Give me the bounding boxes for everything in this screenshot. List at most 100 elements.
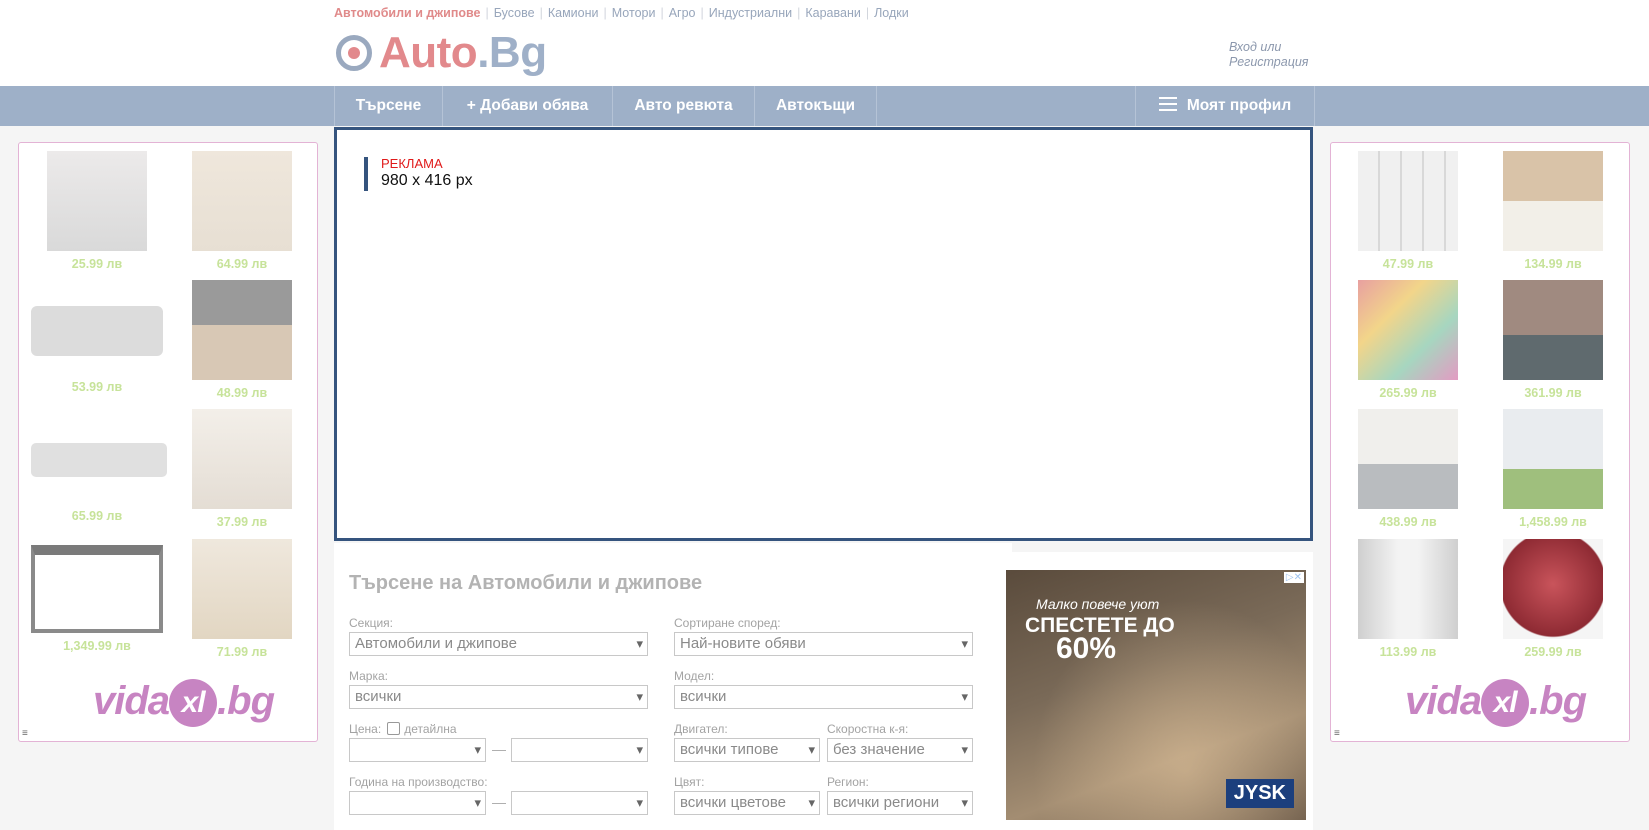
vidaxl-logo[interactable]: vida xl .bg — [93, 679, 275, 728]
vidaxl-logo-domain: .bg — [217, 679, 275, 723]
range-dash: — — [492, 794, 506, 810]
product-card[interactable]: 37.99 лв — [176, 409, 308, 529]
product-card[interactable]: 65.99 лв — [31, 409, 167, 523]
logo-text-auto: Auto — [379, 28, 478, 77]
adchoices-icon[interactable]: ▷✕ — [1283, 572, 1304, 583]
ad-tag: РЕКЛАМА 980 x 416 px — [364, 157, 473, 191]
product-image-pallet-sofa — [192, 280, 292, 380]
category-bar: Автомобили и джипове | Бусове | Камиони | Мото… — [334, 6, 909, 20]
ad-headline-small: Малко повече уют — [1036, 596, 1160, 612]
product-price: 25.99 лв — [71, 257, 123, 271]
product-price: 361.99 лв — [1524, 386, 1582, 400]
product-price: 259.99 лв — [1524, 645, 1582, 659]
ad-discount: 60% — [1056, 632, 1117, 665]
year-from-select[interactable] — [349, 791, 486, 815]
ad-size: 980 x 416 px — [381, 172, 473, 189]
product-image-gazebo — [31, 545, 163, 633]
product-image-bench — [192, 151, 292, 251]
color-select[interactable]: всички цветове — [674, 791, 820, 815]
brand-select[interactable]: всички — [349, 685, 648, 709]
category-cars[interactable]: Автомобили и джипове — [334, 6, 481, 20]
product-image-blind — [1358, 151, 1458, 251]
vidaxl-logo-badge: xl — [1481, 679, 1530, 728]
product-card[interactable]: 53.99 лв — [31, 280, 163, 394]
product-image-shelf — [192, 539, 292, 639]
product-card[interactable]: 265.99 лв — [1342, 280, 1474, 400]
product-price: 1,458.99 лв — [1519, 515, 1587, 529]
product-price: 265.99 лв — [1379, 386, 1437, 400]
product-price: 37.99 лв — [216, 515, 268, 529]
product-price: 71.99 лв — [216, 645, 268, 659]
year-to-select[interactable] — [511, 791, 648, 815]
gearbox-select[interactable]: без значение — [827, 738, 973, 762]
product-card[interactable]: 1,349.99 лв — [31, 539, 163, 653]
vidaxl-logo[interactable]: vida xl .bg — [1405, 679, 1587, 728]
product-card[interactable]: 71.99 лв — [176, 539, 308, 659]
separator: | — [603, 6, 607, 20]
section-select[interactable]: Автомобили и джипове — [349, 632, 648, 656]
engine-label: Двигател: — [674, 722, 728, 736]
engine-select[interactable]: всички типове — [674, 738, 820, 762]
product-image-dark-sofa — [1503, 280, 1603, 380]
detailed-price-label: детайлна — [404, 722, 457, 736]
product-card[interactable]: 438.99 лв — [1342, 409, 1474, 529]
product-card[interactable]: 47.99 лв — [1342, 151, 1474, 271]
ad-info-icon[interactable]: ≡ — [1334, 728, 1340, 739]
left-sidebar-ad: 25.99 лв 64.99 лв 53.99 лв 48.99 лв 65.9… — [18, 142, 318, 742]
nav-profile[interactable]: Моят профил — [1135, 86, 1315, 126]
site-logo[interactable]: Auto .Bg — [336, 28, 547, 78]
section-label: Секция: — [349, 616, 393, 630]
product-price: 1,349.99 лв — [63, 639, 131, 653]
ad-info-icon[interactable]: ≡ — [22, 728, 28, 739]
separator: | — [485, 6, 489, 20]
product-card[interactable]: 259.99 лв — [1487, 539, 1619, 659]
category-boats[interactable]: Лодки — [874, 6, 909, 20]
nav-add-listing[interactable]: + Добави обява — [442, 86, 612, 126]
separator: | — [865, 6, 870, 20]
category-trucks[interactable]: Камиони — [548, 6, 599, 20]
separator: | — [660, 6, 664, 20]
product-card[interactable]: 361.99 лв — [1487, 280, 1619, 400]
nav-search[interactable]: Търсене — [334, 86, 442, 126]
category-vans[interactable]: Бусове — [494, 6, 535, 20]
category-agro[interactable]: Агро — [669, 6, 696, 20]
product-price: 113.99 лв — [1379, 645, 1437, 659]
model-select[interactable]: всички — [674, 685, 973, 709]
product-price: 64.99 лв — [216, 257, 268, 271]
price-from-select[interactable] — [349, 738, 486, 762]
profile-label: Моят профил — [1186, 97, 1292, 114]
search-title: Търсене на Автомобили и джипове — [349, 572, 703, 594]
nav-dealers[interactable]: Автокъщи — [754, 86, 877, 126]
register-link[interactable]: Регистрация — [1229, 55, 1308, 70]
region-select[interactable]: всички региони — [827, 791, 973, 815]
product-card[interactable]: 1,458.99 лв — [1487, 409, 1619, 529]
product-card[interactable]: 113.99 лв — [1342, 539, 1474, 659]
product-price: 47.99 лв — [1382, 257, 1434, 271]
jysk-ad[interactable]: Малко повече уют СПЕСТЕТЕ ДО 60% JYSK ▷✕ — [1006, 570, 1306, 820]
product-image-ice-maker — [1503, 539, 1603, 639]
category-industrial[interactable]: Индустриални — [709, 6, 792, 20]
product-image-pergola — [1503, 409, 1603, 509]
category-caravans[interactable]: Каравани — [805, 6, 860, 20]
product-card[interactable]: 134.99 лв — [1487, 151, 1619, 271]
region-label: Регион: — [827, 775, 869, 789]
nav-reviews[interactable]: Авто ревюта — [612, 86, 754, 126]
product-price: 48.99 лв — [216, 386, 268, 400]
product-image-cushion — [31, 306, 163, 356]
vidaxl-logo-badge: xl — [169, 679, 218, 728]
vidaxl-logo-domain: .bg — [1529, 679, 1587, 723]
color-label: Цвят: — [674, 775, 705, 789]
product-card[interactable]: 48.99 лв — [176, 280, 308, 400]
product-card[interactable]: 25.99 лв — [31, 151, 163, 271]
brand-label: Марка: — [349, 669, 388, 683]
login-link[interactable]: Вход или — [1229, 40, 1308, 55]
price-to-select[interactable] — [511, 738, 648, 762]
sort-label: Сортиране според: — [674, 616, 781, 630]
sort-select[interactable]: Най-новите обяви — [674, 632, 973, 656]
detailed-price-checkbox[interactable] — [387, 722, 401, 735]
category-motorcycles[interactable]: Мотори — [612, 6, 656, 20]
price-label-row: Цена: детайлна — [349, 722, 457, 736]
product-card[interactable]: 64.99 лв — [176, 151, 308, 271]
ad-banner[interactable] — [334, 127, 1313, 541]
product-image-patchwork-chair — [1358, 280, 1458, 380]
